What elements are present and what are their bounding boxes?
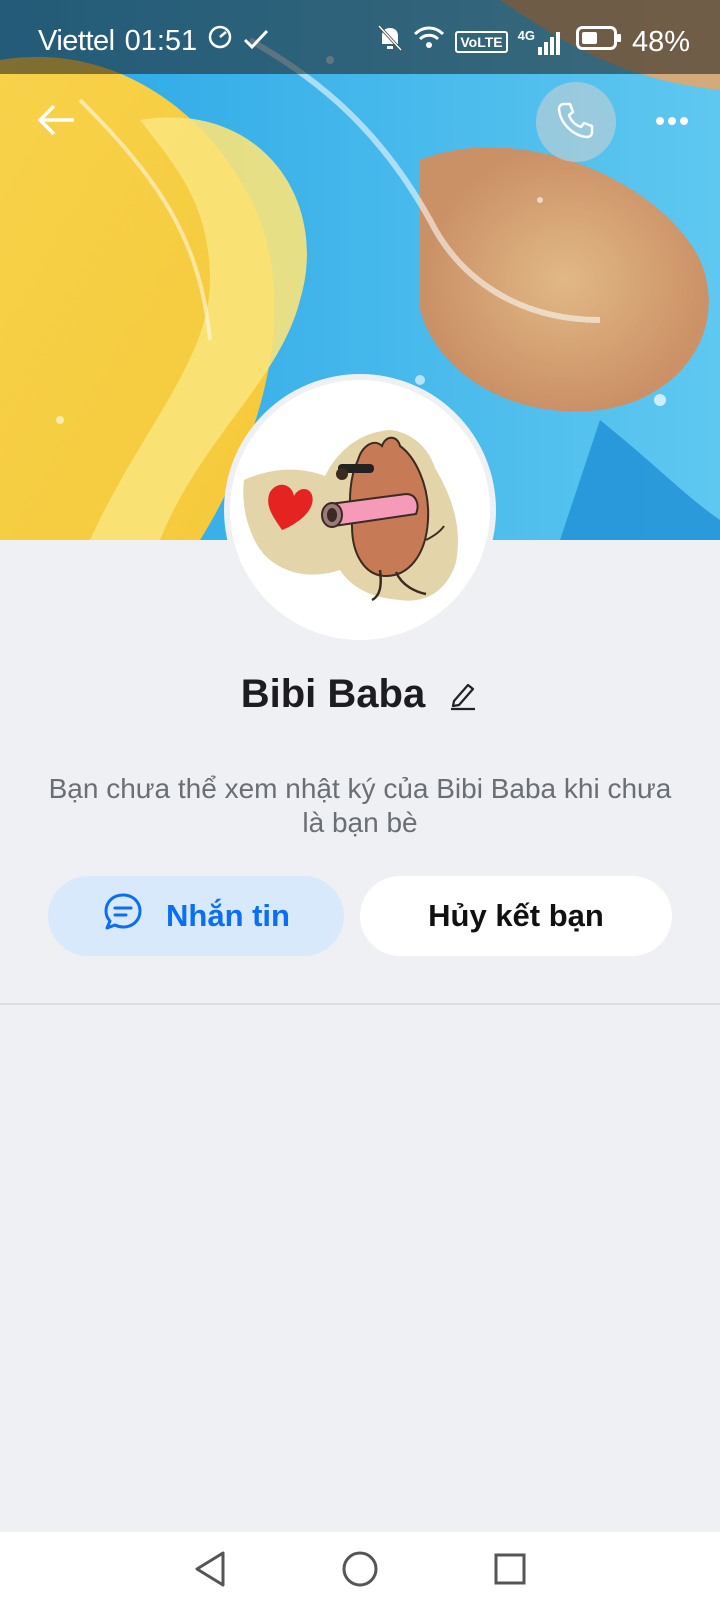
circle-home-icon <box>341 1550 379 1593</box>
nav-recents-button[interactable] <box>485 1546 535 1596</box>
checkmark-icon <box>243 25 269 58</box>
more-options-button[interactable] <box>648 108 696 136</box>
friend-only-notice: Bạn chưa thể xem nhật ký của Bibi Baba k… <box>48 773 672 838</box>
status-bar: Viettel 01:51 VoLTE 4G 48% <box>0 0 720 74</box>
unfriend-button-label: Hủy kết bạn <box>428 898 604 933</box>
status-right: VoLTE 4G 48% <box>377 24 690 60</box>
call-button[interactable] <box>536 82 616 162</box>
battery-percent: 48% <box>631 25 690 58</box>
avatar[interactable] <box>230 380 490 640</box>
section-divider <box>0 1003 720 1005</box>
unfriend-button[interactable]: Hủy kết bạn <box>360 876 672 956</box>
message-button[interactable]: Nhắn tin <box>48 876 344 956</box>
square-recents-icon <box>493 1552 527 1591</box>
battery-icon <box>575 25 622 59</box>
speedometer-icon <box>207 24 233 58</box>
system-nav-bar <box>0 1532 720 1610</box>
nav-home-button[interactable] <box>335 1546 385 1596</box>
phone-icon <box>556 100 596 145</box>
avatar-sticker-image <box>243 430 458 602</box>
bell-off-icon <box>377 24 403 60</box>
triangle-back-icon <box>193 1550 227 1593</box>
status-left: Viettel 01:51 <box>38 24 269 58</box>
nav-back-button[interactable] <box>185 1546 235 1596</box>
network-type: 4G <box>517 28 535 43</box>
volte-badge: VoLTE <box>455 31 508 53</box>
avatar-frame <box>224 374 496 646</box>
chat-bubble-icon <box>102 891 144 941</box>
signal-icon: 4G <box>518 29 566 55</box>
profile-name-row: Bibi Baba <box>0 672 720 717</box>
carrier-name: Viettel <box>38 24 115 57</box>
pencil-icon[interactable] <box>447 679 479 711</box>
message-button-label: Nhắn tin <box>166 898 290 933</box>
arrow-left-icon <box>36 103 76 142</box>
profile-name: Bibi Baba <box>240 672 426 716</box>
wifi-icon <box>413 25 445 59</box>
back-button[interactable] <box>30 98 82 146</box>
clock: 01:51 <box>124 24 198 57</box>
more-dots-icon <box>655 113 689 131</box>
